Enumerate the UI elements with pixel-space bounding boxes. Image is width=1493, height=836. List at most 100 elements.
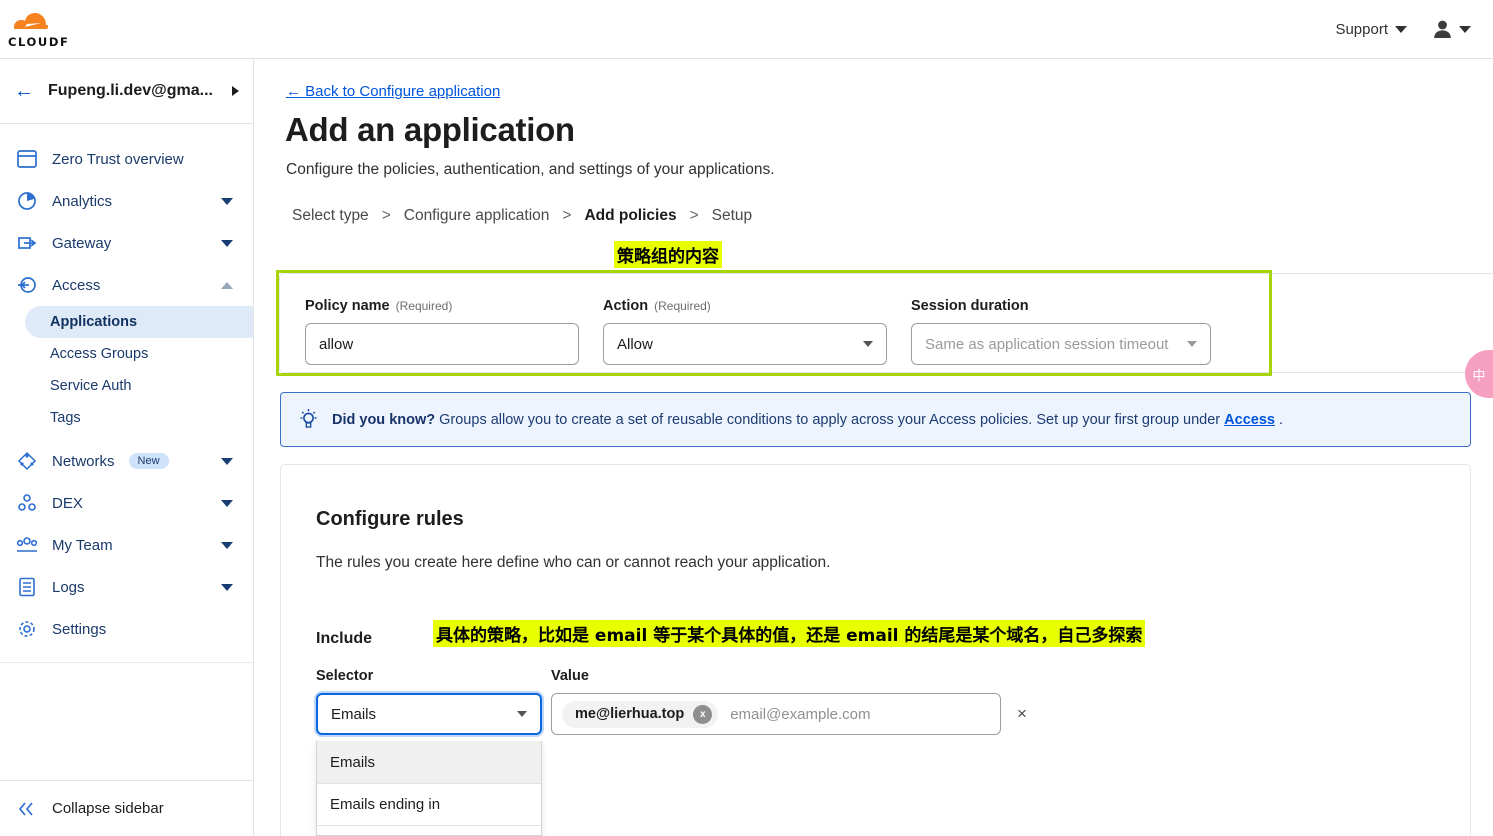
email-chip-label: me@lierhua.top [575, 706, 685, 722]
page-subtitle: Configure the policies, authentication, … [286, 161, 775, 178]
main-content: ← Back to Configure application Add an a… [255, 59, 1493, 836]
annotation-box-policy [276, 270, 1272, 376]
configure-rules-title: Configure rules [316, 508, 464, 530]
sidebar-subitem-label: Applications [50, 314, 138, 330]
double-chevron-left-icon [18, 801, 33, 816]
sidebar: ← Fupeng.li.dev@gma... Zero Trust overvi… [0, 59, 254, 836]
account-selector[interactable]: ← Fupeng.li.dev@gma... [0, 59, 253, 124]
chevron-down-icon [221, 541, 233, 549]
value-label: Value [551, 668, 589, 684]
breadcrumb-step-add-policies[interactable]: Add policies [584, 207, 676, 225]
breadcrumb-separator: > [381, 207, 391, 224]
cloudflare-logo[interactable]: CLOUDFLARE [8, 6, 68, 52]
info-banner-lead: Did you know? [332, 411, 436, 428]
breadcrumb-step-select-type[interactable]: Select type [292, 207, 369, 225]
sidebar-subitem-label: Tags [50, 410, 81, 426]
network-icon [16, 450, 38, 472]
sidebar-item-networks[interactable]: Networks New [0, 440, 253, 482]
access-link[interactable]: Access [1224, 412, 1275, 428]
sidebar-item-access-groups[interactable]: Access Groups [0, 338, 253, 370]
chevron-down-icon [221, 239, 233, 247]
sidebar-item-label: Settings [52, 620, 107, 638]
pie-chart-icon [16, 190, 38, 212]
sidebar-item-tags[interactable]: Tags [0, 402, 253, 434]
sidebar-item-label: Logs [52, 578, 85, 596]
user-icon [1434, 20, 1451, 38]
chevron-down-icon [221, 499, 233, 507]
selector-selected-value: Emails [331, 705, 377, 723]
support-label: Support [1335, 20, 1388, 38]
breadcrumb-separator: > [562, 207, 572, 224]
sidebar-nav: Zero Trust overview Analytics Gateway Ac… [0, 124, 253, 663]
sidebar-item-settings[interactable]: Settings [0, 608, 253, 650]
dropdown-option-emails-ending-in[interactable]: Emails ending in [317, 783, 541, 825]
sidebar-item-zero-trust-overview[interactable]: Zero Trust overview [0, 138, 253, 180]
gateway-icon [16, 232, 38, 254]
sidebar-item-label: Access [52, 276, 101, 294]
user-menu[interactable] [1433, 19, 1471, 39]
sidebar-subitem-label: Access Groups [50, 346, 149, 362]
chevron-up-icon [221, 281, 233, 289]
new-badge: New [128, 453, 169, 469]
include-label: Include [316, 630, 373, 647]
value-input-container[interactable]: me@lierhua.top x [551, 693, 1001, 735]
chevron-down-icon [221, 457, 233, 465]
sidebar-item-access[interactable]: Access [0, 264, 253, 306]
team-icon [16, 534, 38, 556]
breadcrumb: Select type > Configure application > Ad… [292, 207, 752, 225]
sidebar-item-service-auth[interactable]: Service Auth [0, 370, 253, 402]
top-bar: CLOUDFLARE Support [0, 0, 1493, 59]
chevron-down-icon [221, 197, 233, 205]
account-name: Fupeng.li.dev@gma... [48, 82, 213, 99]
back-arrow-icon[interactable]: ← [14, 81, 34, 101]
sidebar-item-label: Gateway [52, 234, 112, 252]
value-input[interactable] [728, 704, 990, 724]
back-to-configure-application-link[interactable]: ← Back to Configure application [286, 83, 500, 100]
cloudflare-logo-icon: CLOUDFLARE [8, 13, 68, 49]
collapse-sidebar-label: Collapse sidebar [52, 800, 164, 817]
breadcrumb-separator: > [689, 207, 699, 224]
info-banner-text: Did you know? Groups allow you to create… [332, 412, 1283, 428]
sidebar-item-label: My Team [52, 536, 113, 554]
breadcrumb-step-configure-application[interactable]: Configure application [404, 207, 550, 225]
page-title: Add an application [285, 111, 575, 148]
info-banner-suffix: . [1274, 411, 1284, 428]
dropdown-option-emails[interactable]: Emails [317, 741, 541, 783]
sidebar-item-applications[interactable]: Applications [25, 306, 253, 338]
info-banner-body: Groups allow you to create a set of reus… [435, 411, 1225, 428]
sidebar-item-label: Networks [52, 452, 115, 470]
breadcrumb-step-setup[interactable]: Setup [712, 207, 753, 225]
sidebar-item-label: Zero Trust overview [52, 150, 184, 168]
access-icon [16, 274, 38, 296]
remove-chip-button[interactable]: x [693, 704, 713, 724]
sidebar-divider [0, 662, 253, 663]
annotation-policy-group: 策略组的内容 [614, 241, 722, 268]
sidebar-item-label: Analytics [52, 192, 113, 210]
sidebar-item-dex[interactable]: DEX [0, 482, 253, 524]
sidebar-item-gateway[interactable]: Gateway [0, 222, 253, 264]
selector-dropdown-menu[interactable]: Emails Emails ending in [316, 741, 542, 836]
dropdown-option-partial[interactable] [317, 825, 541, 835]
info-banner: Did you know? Groups allow you to create… [280, 392, 1471, 447]
support-menu[interactable]: Support [1335, 21, 1407, 38]
sidebar-item-logs[interactable]: Logs [0, 566, 253, 608]
window-icon [16, 148, 38, 170]
chevron-down-icon [1395, 25, 1407, 33]
collapse-sidebar-button[interactable]: Collapse sidebar [0, 780, 253, 836]
selector-dropdown[interactable]: Emails [316, 693, 542, 735]
annotation-rules-detail: 具体的策略，比如是 email 等于某个具体的值，还是 email 的结尾是某个… [433, 620, 1146, 647]
chevron-down-icon [517, 711, 527, 717]
sidebar-item-my-team[interactable]: My Team [0, 524, 253, 566]
email-chip: me@lierhua.top x [562, 700, 719, 728]
sidebar-subitem-label: Service Auth [50, 378, 132, 394]
sidebar-item-label: DEX [52, 494, 83, 512]
sidebar-item-analytics[interactable]: Analytics [0, 180, 253, 222]
lightbulb-icon [300, 409, 317, 428]
chevron-down-icon [221, 583, 233, 591]
chevron-right-icon [232, 86, 239, 96]
configure-rules-subtitle: The rules you create here define who can… [316, 554, 831, 571]
gear-icon [16, 618, 38, 640]
remove-rule-row-button[interactable]: × [1017, 704, 1027, 724]
svg-text:CLOUDFLARE: CLOUDFLARE [8, 35, 68, 49]
configure-rules-card: Configure rules The rules you create her… [280, 464, 1471, 836]
